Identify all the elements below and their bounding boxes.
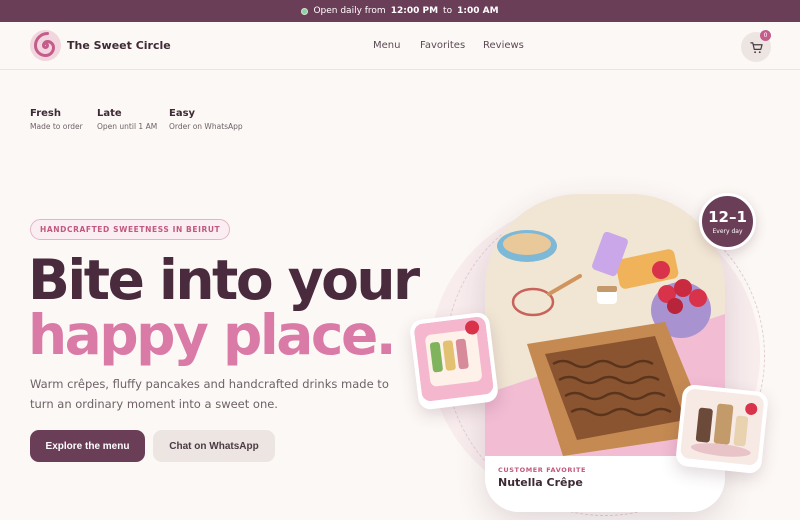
thumbnail-photo-left[interactable] bbox=[408, 311, 500, 411]
whatsapp-chat-button[interactable]: Chat on WhatsApp bbox=[153, 430, 275, 462]
main-nav: The Sweet Circle Menu Favorites Reviews … bbox=[0, 22, 800, 70]
tagline-pill: HANDCRAFTED SWEETNESS IN BEIRUT bbox=[30, 219, 231, 240]
feature-title: Late bbox=[97, 108, 122, 119]
status-dot-icon bbox=[301, 7, 309, 15]
close-time: 1:00 AM bbox=[457, 6, 499, 16]
featured-item-name: Nutella Crêpe bbox=[498, 476, 583, 489]
hours-badge-sub: Every day bbox=[712, 228, 743, 235]
feature-fresh: Fresh Made to order bbox=[30, 108, 83, 131]
announcement-bar: Open daily from 12:00 PM to 1:00 AM bbox=[0, 0, 800, 22]
nav-link-reviews[interactable]: Reviews bbox=[483, 40, 524, 51]
feature-easy: Easy Order on WhatsApp bbox=[169, 108, 243, 131]
nav-link-menu[interactable]: Menu bbox=[373, 40, 400, 51]
hours-prefix: Open daily from bbox=[313, 6, 386, 16]
cart-count-badge: 0 bbox=[760, 30, 771, 41]
drinks-photo bbox=[680, 389, 764, 466]
feature-subtitle: Open until 1 AM bbox=[97, 122, 158, 131]
spiral-logo-icon[interactable] bbox=[30, 30, 61, 61]
nav-link-favorites[interactable]: Favorites bbox=[420, 40, 465, 51]
hours-badge: 12–1 Every day bbox=[699, 193, 756, 250]
explore-menu-button[interactable]: Explore the menu bbox=[30, 430, 145, 462]
feature-title: Fresh bbox=[30, 108, 61, 119]
hours-mid: to bbox=[443, 6, 453, 16]
brand-name[interactable]: The Sweet Circle bbox=[67, 39, 171, 52]
hero-description: Warm crêpes, fluffy pancakes and handcra… bbox=[30, 377, 389, 411]
feature-subtitle: Order on WhatsApp bbox=[169, 122, 243, 131]
thumbnail-photo-right[interactable] bbox=[674, 383, 770, 475]
open-time: 12:00 PM bbox=[390, 6, 439, 16]
headline-line-2: happy place. bbox=[28, 303, 397, 367]
customer-favorite-label: CUSTOMER FAVORITE bbox=[498, 466, 587, 474]
feature-title: Easy bbox=[169, 108, 196, 119]
dessert-platter-photo bbox=[414, 316, 494, 402]
hours-badge-main: 12–1 bbox=[708, 208, 747, 226]
feature-subtitle: Made to order bbox=[30, 122, 83, 131]
feature-late: Late Open until 1 AM bbox=[97, 108, 157, 131]
cart-icon bbox=[749, 41, 763, 53]
